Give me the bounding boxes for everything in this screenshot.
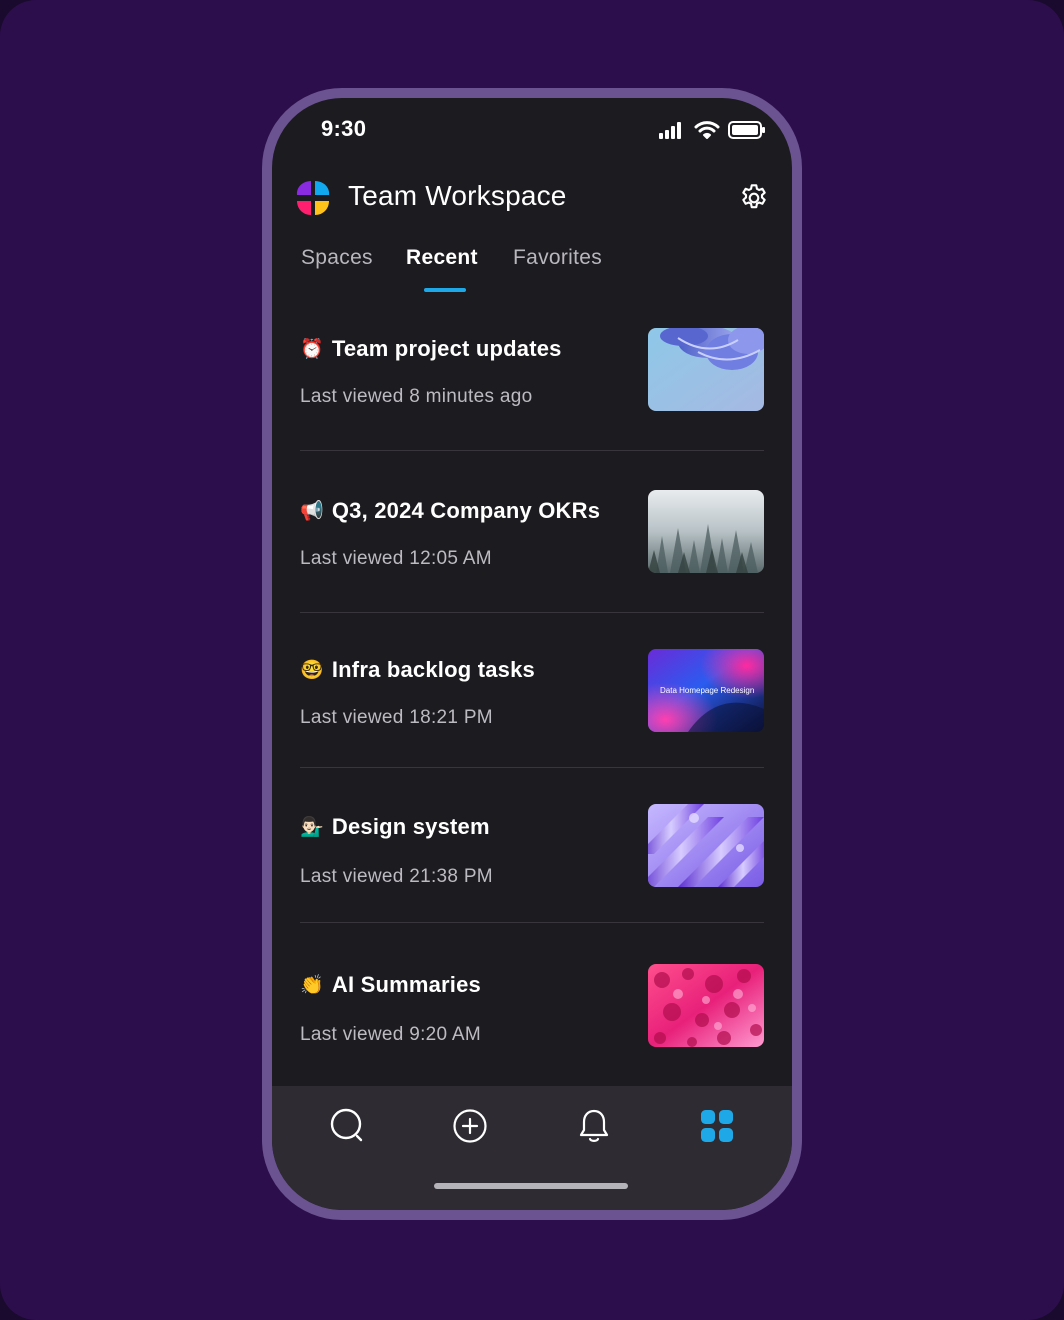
item-subtitle: Last viewed 18:21 PM: [300, 707, 493, 728]
bottom-navigation: [272, 1086, 792, 1210]
divider: [300, 450, 764, 451]
item-thumbnail: Data Homepage Redesign: [648, 649, 764, 732]
tab-bar: Spaces Recent Favorites: [272, 246, 792, 294]
item-thumbnail: [648, 328, 764, 411]
bell-icon: [579, 1109, 609, 1142]
item-subtitle: Last viewed 12:05 AM: [300, 548, 492, 569]
app-logo: [294, 179, 332, 217]
item-title: 👏 AI Summaries: [300, 972, 481, 997]
item-thumbnail: [648, 964, 764, 1047]
gear-icon: [742, 184, 766, 209]
person-tipping-hand-icon: 💁🏻‍♂️: [300, 817, 324, 838]
status-icons: [658, 120, 768, 142]
list-item[interactable]: 👏 AI Summaries Last viewed 9:20 AM: [300, 964, 764, 1054]
nav-notifications-button[interactable]: [574, 1106, 614, 1146]
tab-favorites[interactable]: Favorites: [513, 246, 602, 270]
nav-home-button[interactable]: [697, 1106, 737, 1146]
item-subtitle: Last viewed 21:38 PM: [300, 866, 493, 887]
thumbnail-caption: Data Homepage Redesign: [660, 686, 755, 695]
divider: [300, 922, 764, 923]
add-icon: [453, 1109, 487, 1143]
wifi-icon: [694, 120, 720, 145]
item-title: ⏰ Team project updates: [300, 336, 562, 361]
list-item[interactable]: 💁🏻‍♂️ Design system Last viewed 21:38 PM: [300, 804, 764, 894]
clapping-hands-icon: 👏: [300, 975, 324, 996]
nav-search-button[interactable]: [327, 1106, 367, 1146]
megaphone-icon: 📢: [300, 501, 324, 522]
item-thumbnail: [648, 804, 764, 887]
active-tab-indicator: [424, 288, 466, 292]
item-subtitle: Last viewed 9:20 AM: [300, 1024, 482, 1045]
phone-screen: 9:30 Team Workspace Spaces Recent Favori…: [272, 98, 792, 1210]
list-item[interactable]: 🤓 Infra backlog tasks Last viewed 18:21 P…: [300, 649, 764, 739]
home-indicator: [434, 1183, 628, 1189]
nerd-face-icon: 🤓: [300, 660, 324, 681]
item-title: 💁🏻‍♂️ Design system: [300, 814, 490, 839]
nav-create-button[interactable]: [450, 1106, 490, 1146]
search-icon: [330, 1108, 363, 1142]
status-time: 9:30: [321, 116, 367, 141]
list-item[interactable]: 📢 Q3, 2024 Company OKRs Last viewed 12:05…: [300, 490, 764, 580]
tab-spaces[interactable]: Spaces: [301, 246, 373, 270]
tab-recent[interactable]: Recent: [406, 246, 478, 270]
item-thumbnail: [648, 490, 764, 573]
signal-icon: [658, 120, 686, 145]
item-title: 🤓 Infra backlog tasks: [300, 657, 535, 682]
battery-icon: [728, 120, 766, 145]
item-title: 📢 Q3, 2024 Company OKRs: [300, 498, 601, 523]
settings-button[interactable]: [738, 182, 770, 214]
page-title: Team Workspace: [348, 180, 567, 211]
alarm-clock-icon: ⏰: [300, 339, 324, 360]
divider: [300, 612, 764, 613]
item-subtitle: Last viewed 8 minutes ago: [300, 386, 533, 407]
divider: [300, 767, 764, 768]
grid-icon: [701, 1110, 733, 1142]
list-item[interactable]: ⏰ Team project updates Last viewed 8 minu…: [300, 328, 764, 418]
